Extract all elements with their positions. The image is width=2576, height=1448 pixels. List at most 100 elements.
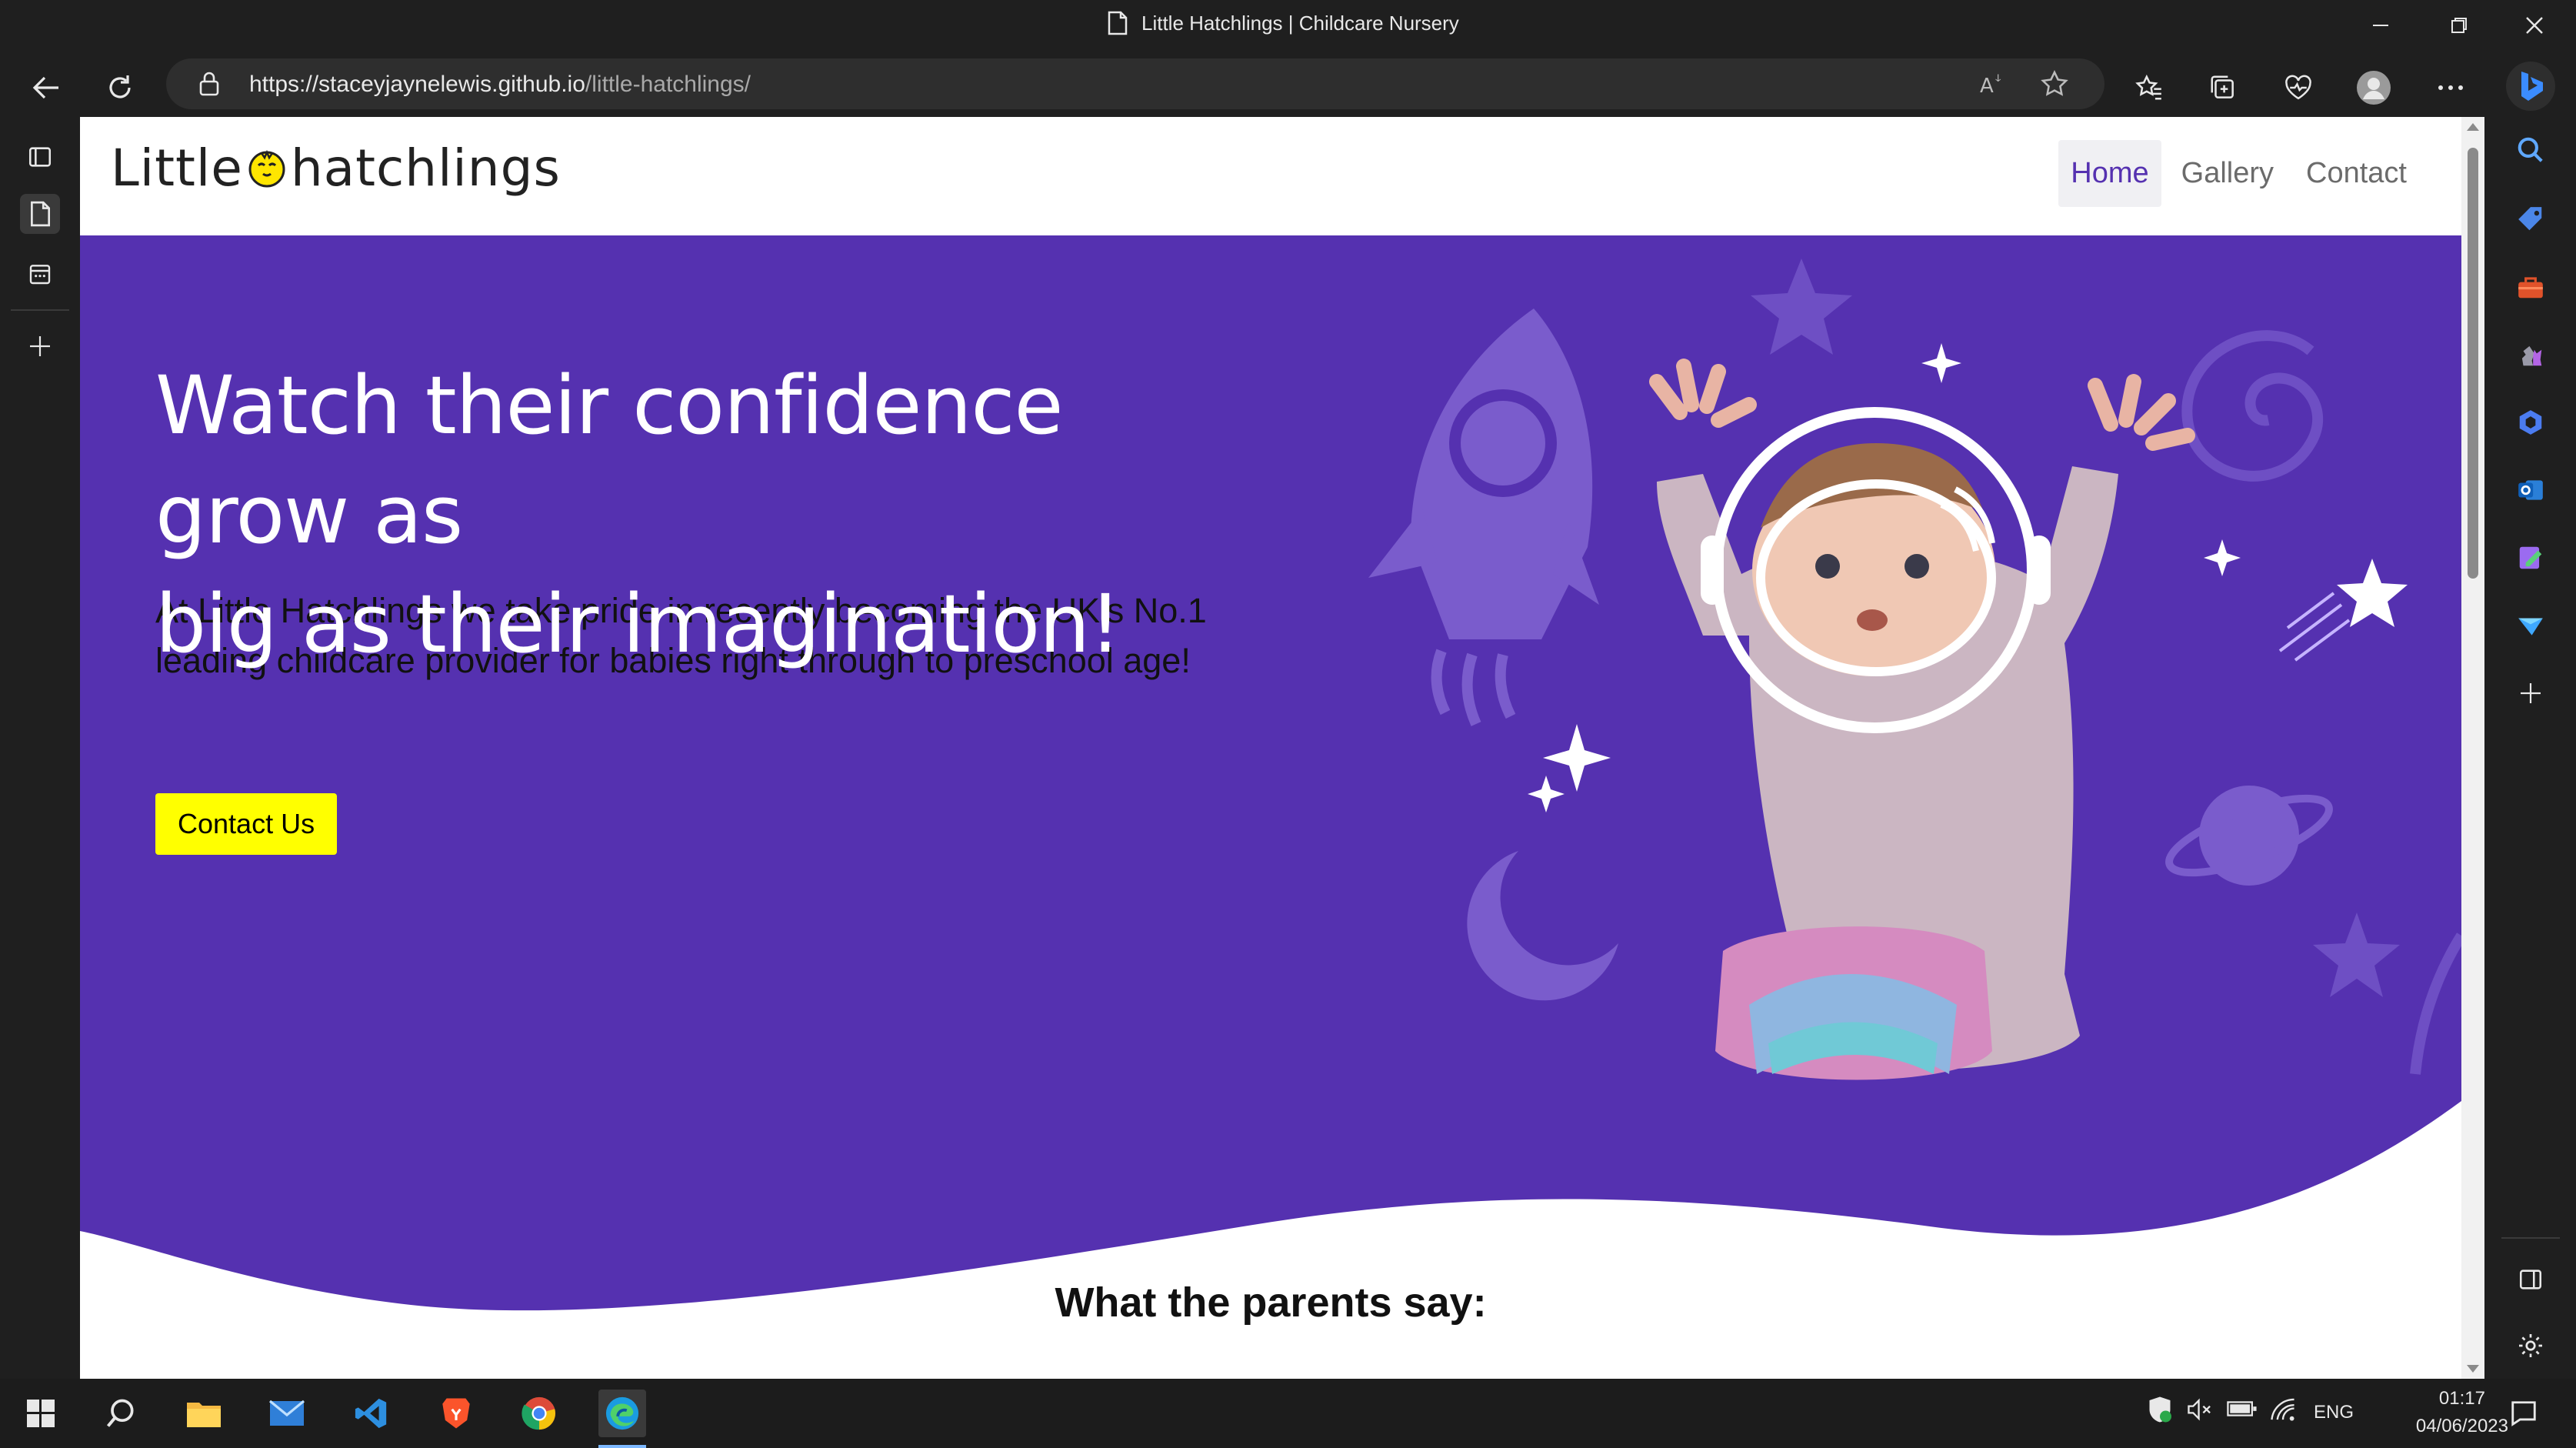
url-host: https://staceyjaynelewis.github.io <box>249 72 585 97</box>
designer-icon <box>2519 546 2542 569</box>
url-text[interactable]: https://staceyjaynelewis.github.io/littl… <box>249 72 751 98</box>
web-page-viewport: Little hatchlings Home Gallery Contact W… <box>80 117 2484 1379</box>
taskbar-search-button[interactable] <box>97 1390 145 1437</box>
scrollbar-thumb[interactable] <box>2468 148 2478 579</box>
scroll-up-arrow[interactable] <box>2467 123 2479 131</box>
sidebar-settings-button[interactable] <box>2511 1326 2550 1365</box>
window-titlebar: Little Hatchlings | Childcare Nursery <box>0 0 2576 54</box>
site-nav: Home Gallery Contact <box>2058 140 2419 207</box>
page-icon <box>1108 11 1128 35</box>
minimize-icon <box>2373 25 2388 26</box>
headline-highlight-text: big <box>155 577 278 671</box>
scroll-down-arrow[interactable] <box>2467 1365 2479 1373</box>
taskbar-chrome[interactable] <box>515 1390 563 1437</box>
svg-text:ↆ: ↆ <box>1995 72 2001 85</box>
back-button[interactable] <box>23 65 69 111</box>
svg-text:A: A <box>1980 75 1994 97</box>
sidebar-search-button[interactable] <box>2511 131 2550 169</box>
more-button[interactable] <box>2428 65 2474 111</box>
logo-text-left: Little <box>111 138 243 198</box>
plus-icon <box>2521 683 2541 703</box>
nav-home[interactable]: Home <box>2058 140 2161 207</box>
taskbar-clock[interactable]: 01:17 04/06/2023 <box>2416 1385 2508 1440</box>
collections-icon <box>2211 75 2234 98</box>
maximize-button[interactable] <box>2424 6 2494 45</box>
outlook-icon <box>2518 480 2543 500</box>
clock-date: 04/06/2023 <box>2415 1416 2508 1436</box>
profile-icon <box>2357 71 2391 105</box>
sidebar-shopping-button[interactable] <box>2511 200 2550 239</box>
site-header: Little hatchlings Home Gallery Contact <box>80 117 2461 235</box>
taskbar-file-explorer[interactable] <box>180 1390 228 1437</box>
favorites-button[interactable] <box>2126 65 2172 111</box>
vscode-icon <box>355 1398 387 1429</box>
sidebar-drop-button[interactable] <box>2511 606 2550 645</box>
headline-highlight-confidence: confidence <box>632 351 1063 460</box>
sidebar-games-button[interactable] <box>2511 335 2550 374</box>
sidebar-outlook-button[interactable] <box>2511 471 2550 509</box>
language-indicator[interactable]: ENG <box>2314 1402 2354 1423</box>
tab-actions-icon <box>28 147 52 167</box>
hide-sidebar-button[interactable] <box>2511 1260 2550 1299</box>
favorites-icon <box>2135 74 2161 100</box>
profile-button[interactable] <box>2351 65 2397 111</box>
calendar-icon <box>29 265 51 285</box>
vertical-tab-2[interactable] <box>20 254 60 294</box>
gear-icon <box>2519 1334 2542 1357</box>
chick-logo-icon <box>248 149 285 187</box>
close-icon <box>2526 17 2543 34</box>
notifications-button[interactable] <box>2500 1390 2548 1437</box>
new-tab-button[interactable] <box>20 326 60 366</box>
refresh-button[interactable] <box>97 65 143 111</box>
health-icon <box>2285 75 2311 100</box>
hero-headline: Watch their confidence grow as big as th… <box>155 351 1271 679</box>
read-aloud-icon[interactable]: Aↆ <box>1978 71 2006 97</box>
taskbar-mail[interactable] <box>263 1390 311 1437</box>
address-bar[interactable]: https://staceyjaynelewis.github.io/littl… <box>166 58 2104 109</box>
folder-icon <box>187 1403 221 1427</box>
site-logo[interactable]: Little hatchlings <box>111 138 561 198</box>
headline-highlight-big: big <box>155 569 278 679</box>
sidebar-customize-button[interactable] <box>2511 674 2550 712</box>
favorite-star-icon[interactable] <box>2040 69 2069 98</box>
headline-highlight-text: confidence <box>632 359 1063 452</box>
rail-divider <box>11 309 69 311</box>
hero-section: Watch their confidence grow as big as th… <box>80 235 2461 1320</box>
defender-tray-icon[interactable] <box>2146 1394 2174 1430</box>
vertical-tab-little-hatchlings[interactable] <box>20 194 60 234</box>
tab-title: Little Hatchlings | Childcare Nursery <box>1141 11 1459 35</box>
sidebar-designer-button[interactable] <box>2511 539 2550 577</box>
volume-tray-icon[interactable] <box>2186 1397 2214 1427</box>
battery-tray-icon[interactable] <box>2227 1399 2258 1424</box>
headline-text: Watch their <box>155 359 608 452</box>
close-button[interactable] <box>2500 6 2569 45</box>
sidebar-tools-button[interactable] <box>2511 268 2550 306</box>
chess-icon <box>2521 345 2542 366</box>
wifi-tray-icon[interactable] <box>2269 1397 2297 1427</box>
contact-us-button[interactable]: Contact Us <box>155 793 338 855</box>
url-path: /little-hatchlings/ <box>585 72 751 97</box>
copilot-icon <box>2519 410 2542 435</box>
minimize-button[interactable] <box>2346 6 2415 45</box>
taskbar-vscode[interactable] <box>348 1390 395 1437</box>
active-app-indicator <box>598 1445 646 1448</box>
nav-gallery[interactable]: Gallery <box>2169 140 2286 207</box>
taskbar-edge[interactable] <box>598 1390 646 1437</box>
page-icon <box>31 201 51 227</box>
taskbar-brave[interactable] <box>432 1390 480 1437</box>
mail-icon <box>268 1400 305 1426</box>
nav-contact[interactable]: Contact <box>2294 140 2419 207</box>
page-scrollbar[interactable] <box>2461 117 2484 1379</box>
sidebar-copilot-button[interactable] <box>2511 403 2550 442</box>
tab-actions-button[interactable] <box>20 137 60 177</box>
collections-button[interactable] <box>2200 65 2246 111</box>
sidebar-toggle-icon <box>2519 1270 2542 1290</box>
notification-icon <box>2511 1401 2536 1426</box>
brave-lion-icon <box>442 1398 470 1429</box>
bing-icon <box>2521 72 2543 101</box>
bing-chat-button[interactable] <box>2506 62 2555 111</box>
start-button[interactable] <box>17 1390 65 1437</box>
testimonials-heading: What the parents say: <box>80 1279 2461 1326</box>
browser-essentials-button[interactable] <box>2275 65 2321 111</box>
testimonials-heading-text: What the parents say: <box>1055 1280 1487 1326</box>
